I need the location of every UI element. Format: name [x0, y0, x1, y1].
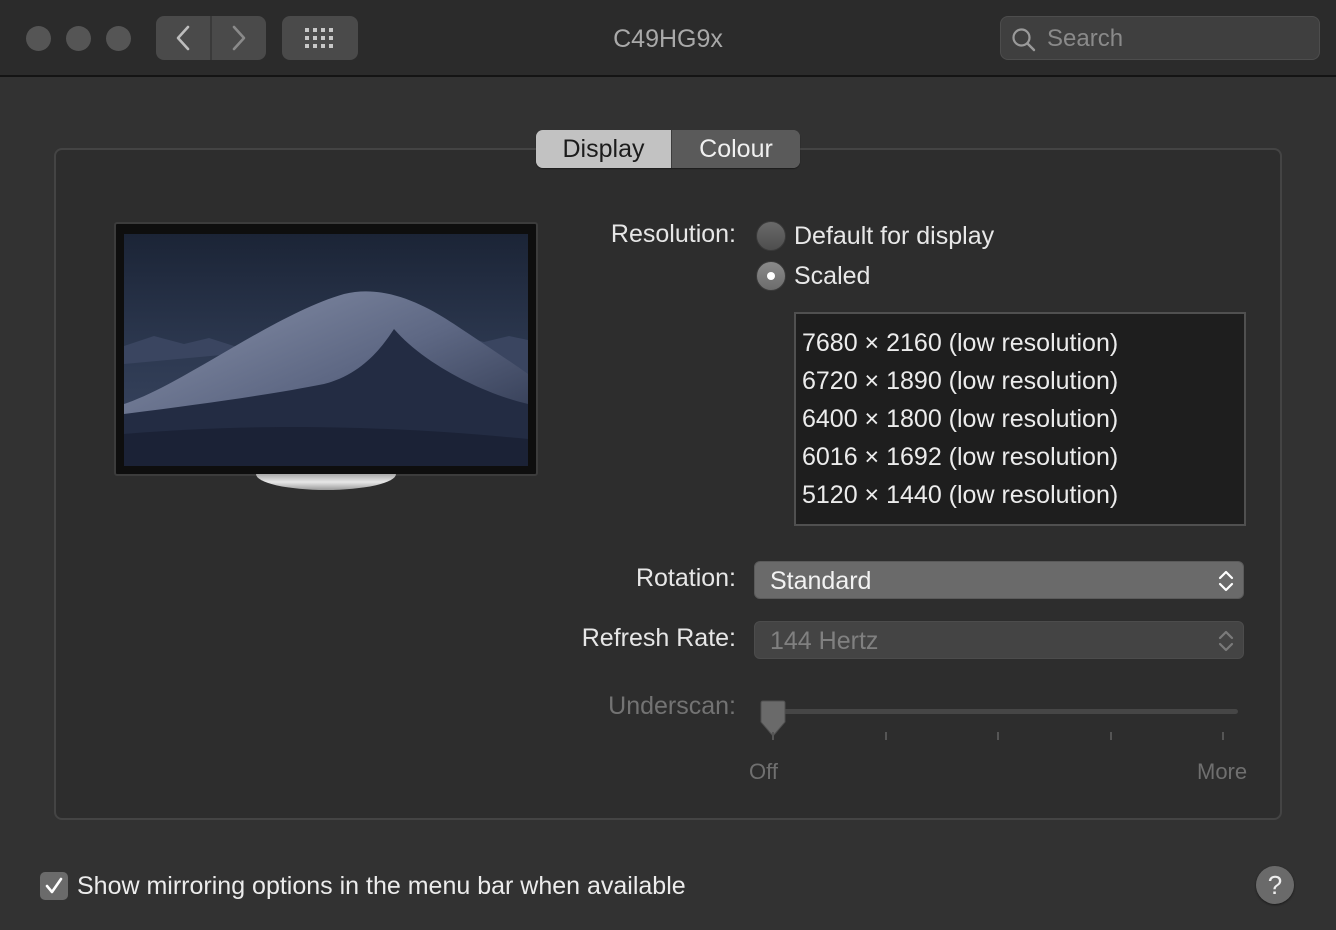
scaled-radio[interactable] [756, 261, 786, 291]
slider-tick [772, 732, 774, 740]
search-field[interactable] [1000, 16, 1320, 60]
navigation-buttons [156, 16, 266, 60]
desktop-wallpaper-image [124, 234, 528, 466]
forward-button[interactable] [212, 16, 266, 60]
resolution-list-item[interactable]: 6720 × 1890 (low resolution) [802, 362, 1118, 400]
tab-colour[interactable]: Colour [671, 130, 800, 168]
refresh-rate-value: 144 Hertz [770, 627, 879, 655]
window-title: C49HG9x [613, 25, 723, 53]
search-icon [1012, 28, 1036, 52]
tab-display[interactable]: Display [536, 130, 671, 168]
slider-tick [1110, 732, 1112, 740]
chevron-left-icon [176, 25, 190, 51]
up-down-arrows-icon [1218, 570, 1234, 592]
slider-tick [885, 732, 887, 740]
slider-tick [1222, 732, 1224, 740]
slider-tick [997, 732, 999, 740]
rotation-popup[interactable]: Standard [754, 561, 1244, 599]
default-for-display-label[interactable]: Default for display [794, 220, 994, 252]
system-preferences-window: C49HG9x Display Colour [0, 0, 1336, 930]
resolution-label: Resolution: [610, 220, 736, 248]
default-for-display-radio[interactable] [756, 221, 786, 251]
underscan-label: Underscan: [608, 692, 736, 720]
resolution-list-item[interactable]: 6016 × 1692 (low resolution) [802, 438, 1118, 476]
refresh-rate-popup[interactable]: 144 Hertz [754, 621, 1244, 659]
up-down-arrows-icon [1218, 630, 1234, 652]
mirroring-checkbox-label[interactable]: Show mirroring options in the menu bar w… [77, 870, 686, 902]
refresh-rate-label: Refresh Rate: [581, 624, 736, 652]
title-bar: C49HG9x [0, 0, 1336, 77]
underscan-min-label: Off [749, 759, 778, 784]
back-button[interactable] [156, 16, 210, 60]
close-window-button[interactable] [26, 26, 51, 51]
checkmark-icon [45, 877, 63, 894]
zoom-window-button[interactable] [106, 26, 131, 51]
rotation-value: Standard [770, 567, 872, 595]
grid-icon [305, 28, 333, 48]
resolution-list[interactable]: 7680 × 2160 (low resolution) 6720 × 1890… [794, 312, 1246, 526]
scaled-label[interactable]: Scaled [794, 260, 870, 292]
minimize-window-button[interactable] [66, 26, 91, 51]
resolution-list-item[interactable]: 5120 × 1440 (low resolution) [802, 476, 1118, 514]
help-button[interactable]: ? [1256, 866, 1294, 904]
underscan-slider-track[interactable] [770, 709, 1238, 714]
resolution-list-item[interactable]: 7680 × 2160 (low resolution) [802, 324, 1118, 362]
search-input[interactable] [1045, 21, 1309, 57]
tab-bar: Display Colour [536, 130, 800, 168]
resolution-list-item[interactable]: 6400 × 1800 (low resolution) [802, 400, 1118, 438]
mirroring-checkbox[interactable] [40, 872, 68, 900]
rotation-label: Rotation: [635, 564, 736, 592]
chevron-right-icon [232, 25, 246, 51]
underscan-max-label: More [1197, 759, 1248, 784]
monitor-illustration [114, 222, 538, 476]
show-all-button[interactable] [282, 16, 358, 60]
